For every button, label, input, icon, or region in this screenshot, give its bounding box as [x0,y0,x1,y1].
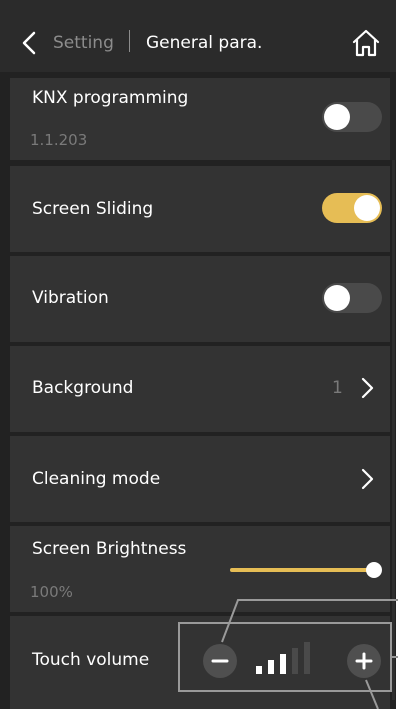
toggle-knob [324,104,350,130]
row-knx-programming: KNX programming 1.1.203 [10,78,390,160]
vibration-toggle[interactable] [322,283,382,313]
chevron-left-icon[interactable] [20,30,40,56]
breadcrumb-separator [129,30,130,52]
home-icon[interactable] [350,27,382,59]
vibration-label: Vibration [32,288,109,308]
knx-programming-label: KNX programming [32,88,189,108]
cleaning-mode-label: Cleaning mode [32,469,161,489]
screen-sliding-toggle[interactable] [322,193,382,223]
scrollbar[interactable] [392,160,395,700]
toggle-knob [354,195,380,221]
chevron-right-icon [361,468,374,490]
screen-brightness-label: Screen Brightness [32,539,187,559]
row-background[interactable]: Background 1 [10,346,390,432]
breadcrumb-parent[interactable]: Setting [53,32,114,54]
chevron-right-icon [361,377,374,399]
background-label: Background [32,378,134,398]
row-screen-sliding: Screen Sliding [10,166,390,252]
callout-box [178,622,392,692]
background-value: 1 [332,378,343,398]
touch-volume-label: Touch volume [32,650,150,670]
knx-address: 1.1.203 [30,131,88,149]
toggle-knob [324,285,350,311]
knx-programming-toggle[interactable] [322,102,382,132]
brightness-value: 100% [30,583,73,601]
brightness-slider-thumb[interactable] [366,562,382,578]
header-bar: Setting General para. [0,0,396,72]
row-vibration: Vibration [10,256,390,342]
row-screen-brightness: Screen Brightness 100% [10,526,390,612]
screen-sliding-label: Screen Sliding [32,199,154,219]
page-title: General para. [146,33,263,53]
row-cleaning-mode[interactable]: Cleaning mode [10,436,390,522]
brightness-slider-fill [230,568,374,572]
device-screen: Setting General para. KNX programming 1.… [0,0,396,709]
brightness-slider[interactable] [230,568,374,572]
